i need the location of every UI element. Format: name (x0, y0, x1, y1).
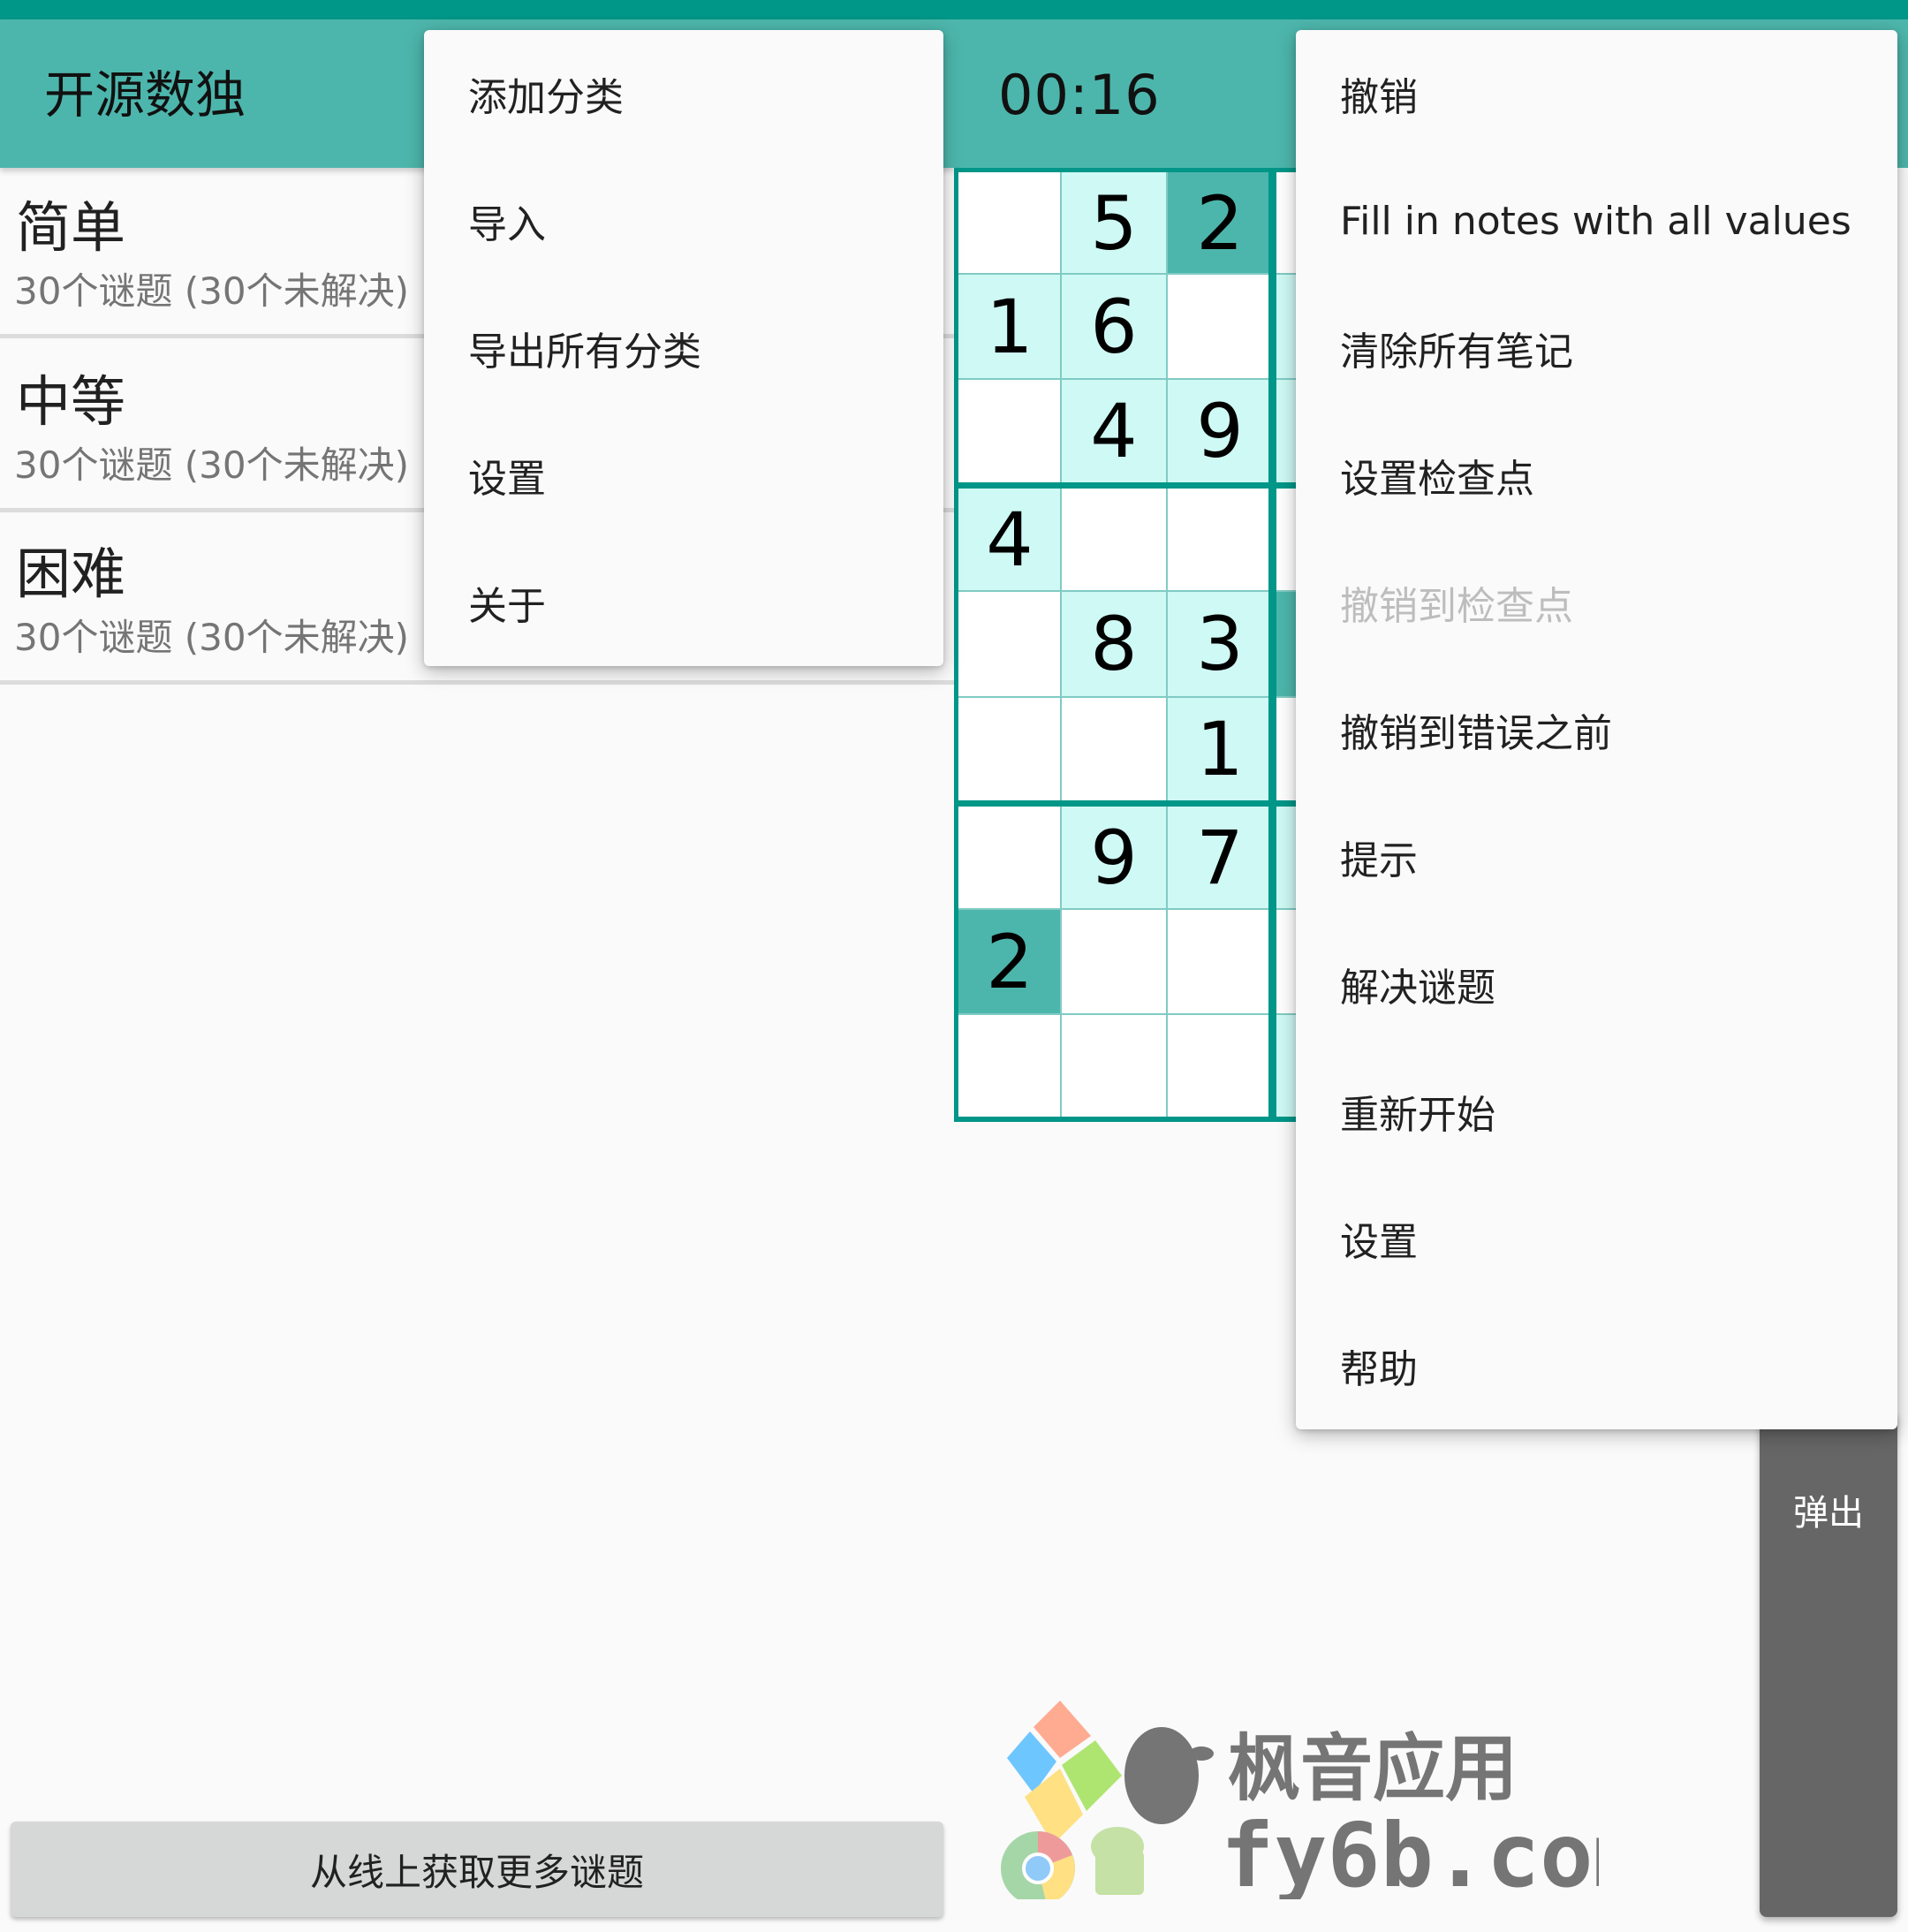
category-subtitle: 30个谜题 (30个未解决) (14, 269, 410, 313)
category-subtitle: 30个谜题 (30个未解决) (14, 443, 410, 487)
game-menu-item-3[interactable]: 清除所有笔记 (1296, 284, 1897, 412)
game-menu-item-9[interactable]: 重新开始 (1296, 1048, 1897, 1175)
sudoku-cell-r9c1[interactable] (958, 1014, 1061, 1118)
menu-item-label: 设置 (468, 457, 546, 502)
sudoku-cell-r9c3[interactable] (1167, 1014, 1273, 1118)
sudoku-cell-r6c1[interactable] (958, 697, 1061, 801)
game-timer: 00:16 (998, 63, 1161, 127)
apple-logo-icon (1124, 1727, 1214, 1824)
sudoku-cell-r7c3[interactable]: 7 (1167, 806, 1273, 909)
sudoku-cell-r3c2[interactable]: 4 (1061, 379, 1167, 482)
menu-item-label: Fill in notes with all values (1340, 198, 1851, 244)
sudoku-cell-r4c3[interactable] (1167, 488, 1273, 591)
menu-item-label: 清除所有笔记 (1340, 330, 1573, 375)
sudoku-cell-r2c3[interactable] (1167, 274, 1273, 379)
sudoku-cell-r3c1[interactable] (958, 379, 1061, 482)
watermark-graphic: 枫音应用 fy6b.com (1001, 1701, 1647, 1907)
menu-item-label: 关于 (468, 584, 546, 629)
menu-item-export-all[interactable]: 导出所有分类 (424, 284, 943, 412)
app-title: 开源数独 (44, 66, 246, 125)
menu-item-label: 提示 (1340, 838, 1418, 883)
grid-block-border (954, 168, 958, 1122)
category-title: 中等 (16, 369, 126, 434)
watermark-line2: fy6b.com (1221, 1804, 1599, 1899)
windows-logo-icon (1007, 1701, 1122, 1845)
menu-item-label: 撤销到检查点 (1340, 584, 1573, 629)
sudoku-cell-r4c2[interactable] (1061, 488, 1167, 591)
popup-panel[interactable]: 弹出 (1760, 1413, 1897, 1917)
menu-item-label: 撤销到错误之前 (1340, 711, 1612, 756)
game-menu-item-10[interactable]: 设置 (1296, 1175, 1897, 1302)
android-logo-icon (1091, 1827, 1144, 1895)
sudoku-cell-r8c2[interactable] (1061, 909, 1167, 1014)
menu-item-label: 重新开始 (1340, 1093, 1495, 1138)
sudoku-cell-r7c2[interactable]: 9 (1061, 806, 1167, 909)
sudoku-cell-r9c2[interactable] (1061, 1014, 1167, 1118)
grid-line-vertical (1060, 168, 1062, 1120)
sudoku-cell-r5c1[interactable] (958, 591, 1061, 697)
menu-item-import[interactable]: 导入 (424, 157, 943, 284)
game-menu-item-6[interactable]: 撤销到错误之前 (1296, 666, 1897, 793)
game-menu-item-5: 撤销到检查点 (1296, 539, 1897, 666)
sudoku-cell-r6c3[interactable]: 1 (1167, 697, 1273, 801)
game-menu-item-1[interactable]: 撤销 (1296, 30, 1897, 157)
menu-item-label: 导入 (468, 202, 546, 247)
menu-item-label: 设置检查点 (1340, 457, 1534, 502)
game-menu-item-4[interactable]: 设置检查点 (1296, 412, 1897, 539)
sudoku-grid: 5216494831972 (954, 168, 1307, 1122)
sudoku-cell-r1c3[interactable]: 2 (1167, 172, 1273, 274)
grid-line-horizontal (954, 1013, 1307, 1015)
grid-block-border (954, 800, 1307, 807)
overflow-menu-right: 撤销 Fill in notes with all values 清除所有笔记 设置检… (1296, 30, 1897, 1429)
watermark-logo: 枫音应用 fy6b.com (998, 1687, 1647, 1907)
menu-item-label: 设置 (1340, 1220, 1418, 1265)
popup-button-label: 弹出 (1793, 1493, 1864, 1534)
overflow-menu-left: 添加分类 导入 导出所有分类 设置 关于 (424, 30, 943, 666)
sudoku-cell-r6c2[interactable] (1061, 697, 1167, 801)
grid-block-border (954, 1117, 1307, 1122)
game-menu-item-2[interactable]: Fill in notes with all values (1296, 157, 1897, 284)
sudoku-cell-r4c1[interactable]: 4 (958, 488, 1061, 591)
sudoku-cell-r2c1[interactable]: 1 (958, 274, 1061, 379)
grid-block-border (954, 168, 1307, 172)
sudoku-cell-r7c1[interactable] (958, 806, 1061, 909)
menu-item-add-category[interactable]: 添加分类 (424, 30, 943, 157)
grid-line-horizontal (954, 378, 1307, 380)
menu-item-label: 导出所有分类 (468, 330, 701, 375)
category-title: 困难 (16, 542, 126, 606)
grid-line-horizontal (954, 908, 1307, 910)
chrome-logo-icon (1001, 1831, 1075, 1905)
menu-item-label: 撤销 (1340, 75, 1418, 120)
sudoku-cell-r1c1[interactable] (958, 172, 1061, 274)
sudoku-cell-r8c1[interactable]: 2 (958, 909, 1061, 1014)
sudoku-cell-r1c2[interactable]: 5 (1061, 172, 1167, 274)
menu-item-about[interactable]: 关于 (424, 539, 943, 666)
grid-line-horizontal (954, 273, 1307, 275)
sudoku-cell-r5c3[interactable]: 3 (1167, 591, 1273, 697)
sudoku-cell-r3c3[interactable]: 9 (1167, 379, 1273, 482)
menu-item-label: 帮助 (1340, 1347, 1418, 1392)
fetch-more-puzzles-button[interactable]: 从线上获取更多谜题 (11, 1822, 943, 1917)
watermark-line1: 枫音应用 (1228, 1727, 1518, 1811)
status-bar (0, 0, 1908, 19)
grid-block-border (1268, 168, 1276, 1122)
sudoku-cell-r5c2[interactable]: 8 (1061, 591, 1167, 697)
grid-block-border (954, 482, 1307, 489)
category-subtitle: 30个谜题 (30个未解决) (14, 616, 410, 659)
sudoku-cell-r2c2[interactable]: 6 (1061, 274, 1167, 379)
grid-line-horizontal (954, 590, 1307, 592)
menu-item-label: 解决谜题 (1340, 966, 1495, 1011)
grid-line-vertical (1166, 168, 1168, 1120)
game-menu-item-11[interactable]: 帮助 (1296, 1302, 1897, 1429)
grid-line-horizontal (954, 696, 1307, 698)
menu-item-label: 添加分类 (468, 75, 624, 120)
game-menu-item-7[interactable]: 提示 (1296, 793, 1897, 921)
game-menu-item-8[interactable]: 解决谜题 (1296, 921, 1897, 1048)
sudoku-cell-r8c3[interactable] (1167, 909, 1273, 1014)
category-title: 简单 (16, 195, 126, 260)
menu-item-settings[interactable]: 设置 (424, 412, 943, 539)
